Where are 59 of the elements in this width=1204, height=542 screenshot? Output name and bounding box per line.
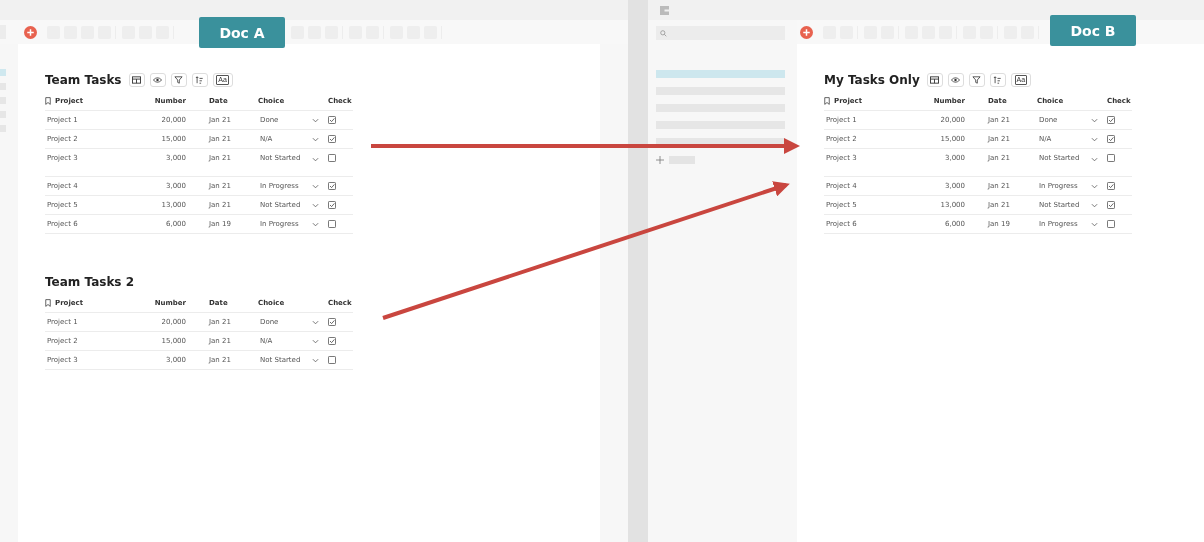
table-view-button[interactable] [128,73,145,87]
checkbox[interactable] [328,337,336,345]
add-icon[interactable] [800,25,813,39]
sort-icon [993,76,1003,84]
checkbox[interactable] [328,154,336,162]
doc-label: Doc A [199,17,285,48]
filter-icon [174,76,183,84]
checkbox[interactable] [328,220,336,228]
filter-icon [972,76,982,84]
app-icon[interactable] [660,5,669,15]
chevron-icon[interactable] [311,136,319,142]
add-icon[interactable] [24,25,37,39]
chevron-icon[interactable] [311,221,319,227]
table-title: Team Tasks 2 [45,275,135,289]
chevron-icon[interactable] [1090,136,1098,142]
chevron-icon[interactable] [311,117,319,123]
sort-button[interactable] [191,73,208,87]
sort-button[interactable] [989,73,1006,87]
checkbox[interactable] [328,356,336,364]
checkbox[interactable] [1107,116,1115,124]
eye-icon [951,76,961,84]
chevron-icon[interactable] [311,202,319,208]
table-view-button[interactable] [926,73,943,87]
eye-icon [153,76,162,84]
chevron-icon[interactable] [311,319,319,325]
checkbox[interactable] [328,201,336,209]
chevron-icon[interactable] [311,157,319,162]
chevron-icon[interactable] [1090,117,1098,123]
table-title: My Tasks Only [824,73,920,87]
sidebar-item[interactable] [656,138,785,146]
doc-label: Doc B [1050,15,1136,46]
plus-icon[interactable] [656,156,664,164]
bookmark-icon [45,97,51,105]
table-title: Team Tasks [45,73,122,87]
chevron-icon[interactable] [1090,157,1098,162]
bookmark-icon [45,299,51,307]
table-icon [132,76,141,84]
search-field[interactable] [656,26,785,40]
chevron-icon[interactable] [1090,202,1098,208]
chevron-icon[interactable] [1090,183,1098,189]
table-icon [930,76,940,84]
filter-button[interactable] [170,73,187,87]
checkbox[interactable] [1107,220,1115,228]
chevron-icon[interactable] [311,338,319,344]
filter-button[interactable] [968,73,985,87]
checkbox[interactable] [328,182,336,190]
checkbox[interactable] [1107,154,1115,162]
chevron-icon[interactable] [311,183,319,189]
checkbox[interactable] [328,318,336,326]
chevron-icon[interactable] [1090,221,1098,227]
search-icon [660,29,667,37]
sort-icon [195,76,204,84]
bookmark-icon [824,97,830,105]
chevron-icon[interactable] [311,357,319,363]
checkbox[interactable] [1107,201,1115,209]
checkbox[interactable] [328,135,336,143]
checkbox[interactable] [1107,182,1115,190]
checkbox[interactable] [328,116,336,124]
checkbox[interactable] [1107,135,1115,143]
